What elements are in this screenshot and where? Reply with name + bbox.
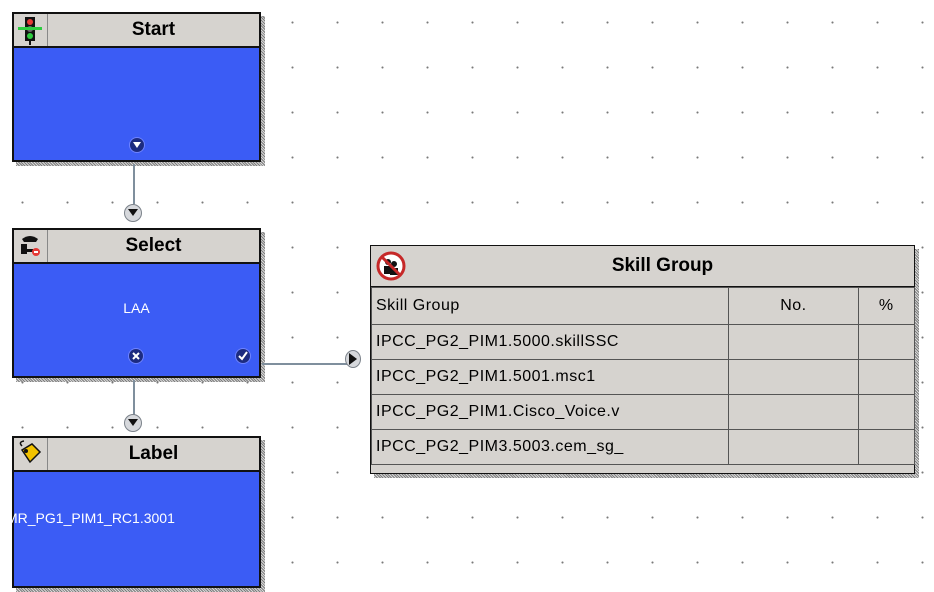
check-icon[interactable]	[236, 349, 250, 363]
table-row[interactable]: IPCC_PG2_PIM1.Cisco_Voice.v	[370, 394, 916, 430]
label-node[interactable]: Label MR_PG1_PIM1_RC1.3001	[6, 436, 265, 592]
label-node-title: Label	[128, 443, 179, 464]
select-node-title-bar[interactable]: Select	[14, 230, 259, 264]
skill-group-cell[interactable]: IPCC_PG2_PIM3.5003.cem_sg_	[370, 429, 730, 465]
input-arrow-icon[interactable]	[345, 350, 361, 368]
skill-group-panel-frame[interactable]: Skill Group Skill Group No. % IPCC_PG2_P…	[370, 245, 916, 474]
table-header-row: Skill Group No. %	[370, 287, 916, 325]
input-arrow-icon[interactable]	[124, 414, 142, 432]
start-node-title: Start	[131, 19, 176, 40]
skill-group-title: Skill Group	[611, 255, 714, 276]
skill-group-panel[interactable]: Skill Group Skill Group No. % IPCC_PG2_P…	[370, 245, 919, 478]
percent-cell[interactable]	[857, 394, 916, 430]
down-arrow-icon[interactable]	[130, 138, 144, 152]
select-icon	[14, 230, 48, 262]
skill-group-table: Skill Group No. % IPCC_PG2_PIM1.5000.ski…	[370, 287, 916, 465]
select-node-content: LAA	[123, 300, 150, 316]
table-row[interactable]: IPCC_PG2_PIM3.5003.cem_sg_	[370, 429, 916, 465]
label-tag-icon	[14, 438, 48, 470]
no-cell[interactable]	[728, 394, 859, 430]
percent-cell[interactable]	[857, 429, 916, 465]
skill-group-title-bar[interactable]: Skill Group	[371, 246, 914, 287]
column-header-percent: %	[857, 287, 916, 325]
connector-line	[133, 380, 135, 415]
no-cell[interactable]	[728, 429, 859, 465]
start-node-title-bar[interactable]: Start	[14, 14, 259, 48]
percent-cell[interactable]	[857, 324, 916, 360]
table-row[interactable]: IPCC_PG2_PIM1.5000.skillSSC	[370, 324, 916, 360]
table-row[interactable]: IPCC_PG2_PIM1.5001.msc1	[370, 359, 916, 395]
skill-group-cell[interactable]: IPCC_PG2_PIM1.5001.msc1	[370, 359, 730, 395]
start-node[interactable]: Start	[12, 12, 265, 166]
label-node-content: MR_PG1_PIM1_RC1.3001	[6, 510, 175, 526]
label-node-body[interactable]: Label MR_PG1_PIM1_RC1.3001	[6, 436, 261, 588]
column-header-no: No.	[728, 287, 859, 325]
x-icon[interactable]	[129, 349, 143, 363]
no-cell[interactable]	[728, 324, 859, 360]
select-node-title: Select	[125, 235, 182, 256]
skill-group-cell[interactable]: IPCC_PG2_PIM1.5000.skillSSC	[370, 324, 730, 360]
no-cell[interactable]	[728, 359, 859, 395]
column-header-skill-group: Skill Group	[370, 287, 730, 325]
traffic-light-icon	[14, 14, 48, 46]
skill-group-cell[interactable]: IPCC_PG2_PIM1.Cisco_Voice.v	[370, 394, 730, 430]
label-node-title-bar[interactable]: Label	[14, 438, 259, 472]
connector-line	[133, 164, 135, 204]
skill-group-icon	[375, 250, 407, 282]
connector-line	[262, 363, 347, 365]
percent-cell[interactable]	[857, 359, 916, 395]
select-node[interactable]: Select LAA	[12, 228, 265, 382]
input-arrow-icon[interactable]	[124, 204, 142, 222]
